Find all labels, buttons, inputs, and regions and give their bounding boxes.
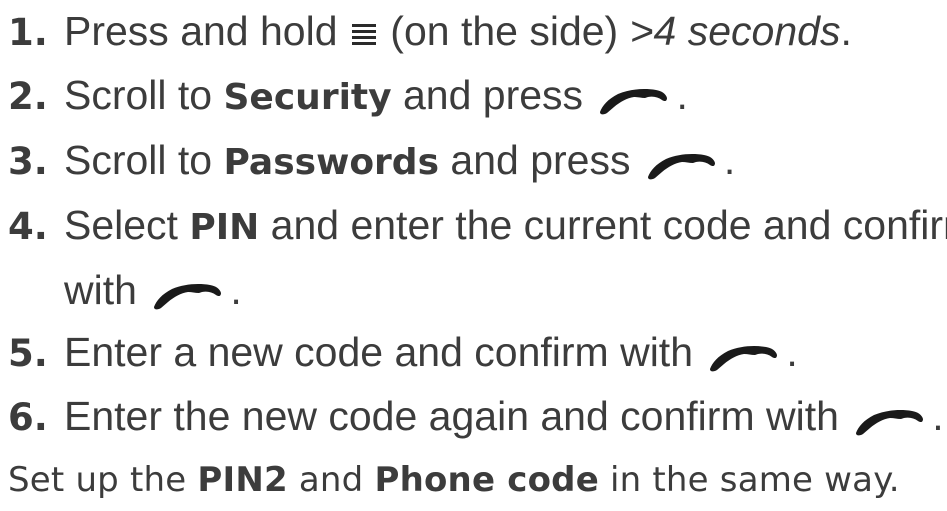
step-4: 4. Select PIN and enter the current code … [8,194,947,259]
step-text: Select [64,202,190,248]
menu-term: PIN [189,207,260,248]
step-text: Enter the new code again and confirm wit… [64,393,851,439]
step-end: . [676,72,688,118]
step-end: . [230,267,242,313]
step-number: 5. [8,332,48,375]
step-end: . [786,329,798,375]
call-handset-icon [646,135,724,180]
step-6: 6. Enter the new code again and confirm w… [8,385,944,449]
step-text: Enter a new code and confirm with [64,329,705,375]
step-number: 6. [8,396,48,439]
step-2: 2. Scroll to Security and press . [8,64,943,129]
step-text: Scroll to [64,137,224,183]
step-number: 2. [8,75,48,118]
step-5: 5. Enter a new code and confirm with . [8,321,943,385]
step-text: with [64,267,149,313]
menu-icon [351,2,377,45]
step-text: Press and hold [64,8,349,54]
step-4-continuation: with . [8,259,943,321]
step-end: . [723,137,736,183]
step-text: and press [439,137,642,183]
menu-term: Security [223,77,392,118]
step-number: 4. [8,205,48,248]
step-text: Scroll to [64,72,224,118]
step-text: and press [391,72,595,118]
step-text: and enter the current code and confirm [259,202,947,248]
call-handset-icon [854,391,932,436]
step-number: 3. [8,140,48,183]
call-handset-icon [708,327,786,372]
footer-text: in the same way. [598,460,900,500]
step-emphasis: >4 seconds [629,8,841,54]
footer-note: Set up the PIN2 and Phone code in the sa… [8,449,943,511]
footer-term-phone-code: Phone code [374,460,599,500]
step-text: (on the side) [378,8,630,54]
menu-term: Passwords [223,142,440,183]
step-1: 1. Press and hold (on the side) >4 second… [8,0,943,64]
instructions: 1. Press and hold (on the side) >4 second… [8,0,947,511]
footer-term-pin2: PIN2 [197,460,288,500]
call-handset-icon [598,70,676,115]
call-handset-icon [152,265,230,310]
step-3: 3. Scroll to Passwords and press . [8,129,943,194]
footer-text: Set up the [8,460,198,500]
step-end: . [840,8,852,54]
step-number: 1. [8,11,48,54]
footer-text: and [287,460,375,500]
step-end: . [932,393,944,439]
